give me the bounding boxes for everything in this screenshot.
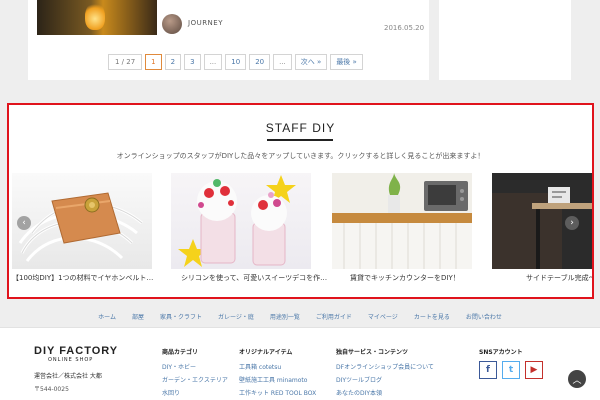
slide-image-sweets-deco[interactable] <box>171 173 311 269</box>
footer-link[interactable]: DIY・ホビー <box>162 362 228 371</box>
footer-link[interactable]: 壁紙施工工具 minamoto <box>239 375 316 384</box>
kitchen-counter-illustration <box>332 173 472 269</box>
chevron-right-icon[interactable]: › <box>565 216 579 230</box>
author-name: JOURNEY <box>188 19 223 27</box>
site-logo-subtitle: ONLINE SHOP <box>48 357 94 363</box>
page-link[interactable]: 10 <box>225 54 247 70</box>
page-ellipsis: ... <box>273 54 292 70</box>
footer-link[interactable]: ガーデン・エクステリア <box>162 375 228 384</box>
footer-column-categories: 商品カテゴリ DIY・ホビー ガーデン・エクステリア 水回り <box>162 347 228 400</box>
footer-link[interactable]: あなたのDIY本領 <box>336 388 434 397</box>
footer-nav-link[interactable]: 用途別一覧 <box>270 312 300 321</box>
site-logo[interactable]: DIY FACTORY <box>34 345 118 357</box>
footer-link[interactable]: 工作キット RED TOOL BOX <box>239 388 316 397</box>
post-date: 2016.05.20 <box>384 24 425 32</box>
staff-diy-title: STAFF DIY <box>265 121 336 135</box>
footer-link[interactable]: 水回り <box>162 388 228 397</box>
facebook-icon[interactable]: f <box>479 361 497 379</box>
footer-nav: ホーム 部屋 家具・クラフト ガレージ・庭 用途別一覧 ご利用ガイド マイページ… <box>0 312 600 321</box>
footer-nav-link[interactable]: マイページ <box>368 312 398 321</box>
next-page-button[interactable]: 次へ » <box>294 54 328 70</box>
footer-column-title: 独自サービス・コンテンツ <box>336 349 409 356</box>
footer-column-original-items: オリジナルアイテム 工具箱 cotetsu 壁紙施工工具 minamoto 工作… <box>239 347 316 400</box>
footer-link[interactable]: DFオンラインショップ会員について <box>336 362 434 371</box>
post-card: JOURNEY 2016.05.20 1 / 27 1 2 3 ... 10 2… <box>28 0 429 80</box>
post-thumbnail[interactable] <box>37 0 157 35</box>
footer-column-services: 独自サービス・コンテンツ DFオンラインショップ会員について DIYツールブログ… <box>336 347 434 400</box>
page-link-current[interactable]: 1 <box>145 54 162 70</box>
footer-nav-link[interactable]: 部屋 <box>132 312 144 321</box>
slide-caption[interactable]: 賃貸でキッチンカウンターをDIY！ <box>350 273 460 283</box>
slide-caption[interactable]: シリコンを使って、可愛いスイーツデコを作… <box>181 273 327 283</box>
slide-image-earphone-belt[interactable] <box>12 173 152 269</box>
page-ellipsis: ... <box>203 54 223 70</box>
page-link[interactable]: 2 <box>164 54 182 70</box>
page-link[interactable]: 3 <box>184 54 201 70</box>
postal-code: 〒544-0025 <box>34 386 69 393</box>
sweets-deco-illustration <box>178 175 296 267</box>
footer-column-title: オリジナルアイテム <box>239 349 293 356</box>
footer-nav-link[interactable]: ホーム <box>98 312 116 321</box>
footer-link[interactable]: DIYツールブログ <box>336 375 434 384</box>
page-link[interactable]: 20 <box>249 54 271 70</box>
footer-nav-link[interactable]: ガレージ・庭 <box>218 312 254 321</box>
page-status: 1 / 27 <box>108 54 143 70</box>
slide-caption[interactable]: サイドテーブル完成〜 <box>526 273 592 283</box>
footer-nav-link[interactable]: ご利用ガイド <box>316 312 352 321</box>
page: { "post": { "author": "JOURNEY", "date":… <box>0 0 600 400</box>
last-page-button[interactable]: 最後 » <box>330 54 363 70</box>
sns-title: SNSアカウント <box>479 349 523 356</box>
sidebar-card <box>439 0 571 80</box>
footer-column-sns: SNSアカウント f t ▶ <box>479 347 543 379</box>
pagination: 1 / 27 1 2 3 ... 10 20 ... 次へ » 最後 » <box>108 54 363 70</box>
candle-flame <box>85 2 105 30</box>
slide-caption[interactable]: 【100均DIY】1つの材料でイヤホンベルト… <box>12 273 153 283</box>
back-to-top-icon[interactable]: ︿ <box>568 370 586 388</box>
footer-column-title: 商品カテゴリ <box>162 349 199 356</box>
slide-image-kitchen-counter[interactable] <box>332 173 472 269</box>
footer-link[interactable]: 工具箱 cotetsu <box>239 362 316 371</box>
footer: DIY FACTORY ONLINE SHOP 運営会社／株式会社 大都 〒54… <box>0 327 600 400</box>
footer-nav-link[interactable]: 家具・クラフト <box>160 312 202 321</box>
title-underline <box>267 139 333 141</box>
staff-diy-section: STAFF DIY オンラインショップのスタッフがDIYした品々をアップしていき… <box>7 103 594 299</box>
youtube-icon[interactable]: ▶ <box>525 361 543 379</box>
footer-nav-link[interactable]: お問い合わせ <box>466 312 502 321</box>
author-avatar <box>162 14 182 34</box>
footer-nav-link[interactable]: カートを見る <box>414 312 450 321</box>
company-name: 運営会社／株式会社 大都 <box>34 373 102 380</box>
earphone-belt-illustration <box>18 192 143 262</box>
twitter-icon[interactable]: t <box>502 361 520 379</box>
staff-diy-description: オンラインショップのスタッフがDIYした品々をアップしていきます。クリックすると… <box>116 152 485 160</box>
chevron-left-icon[interactable]: ‹ <box>17 216 31 230</box>
